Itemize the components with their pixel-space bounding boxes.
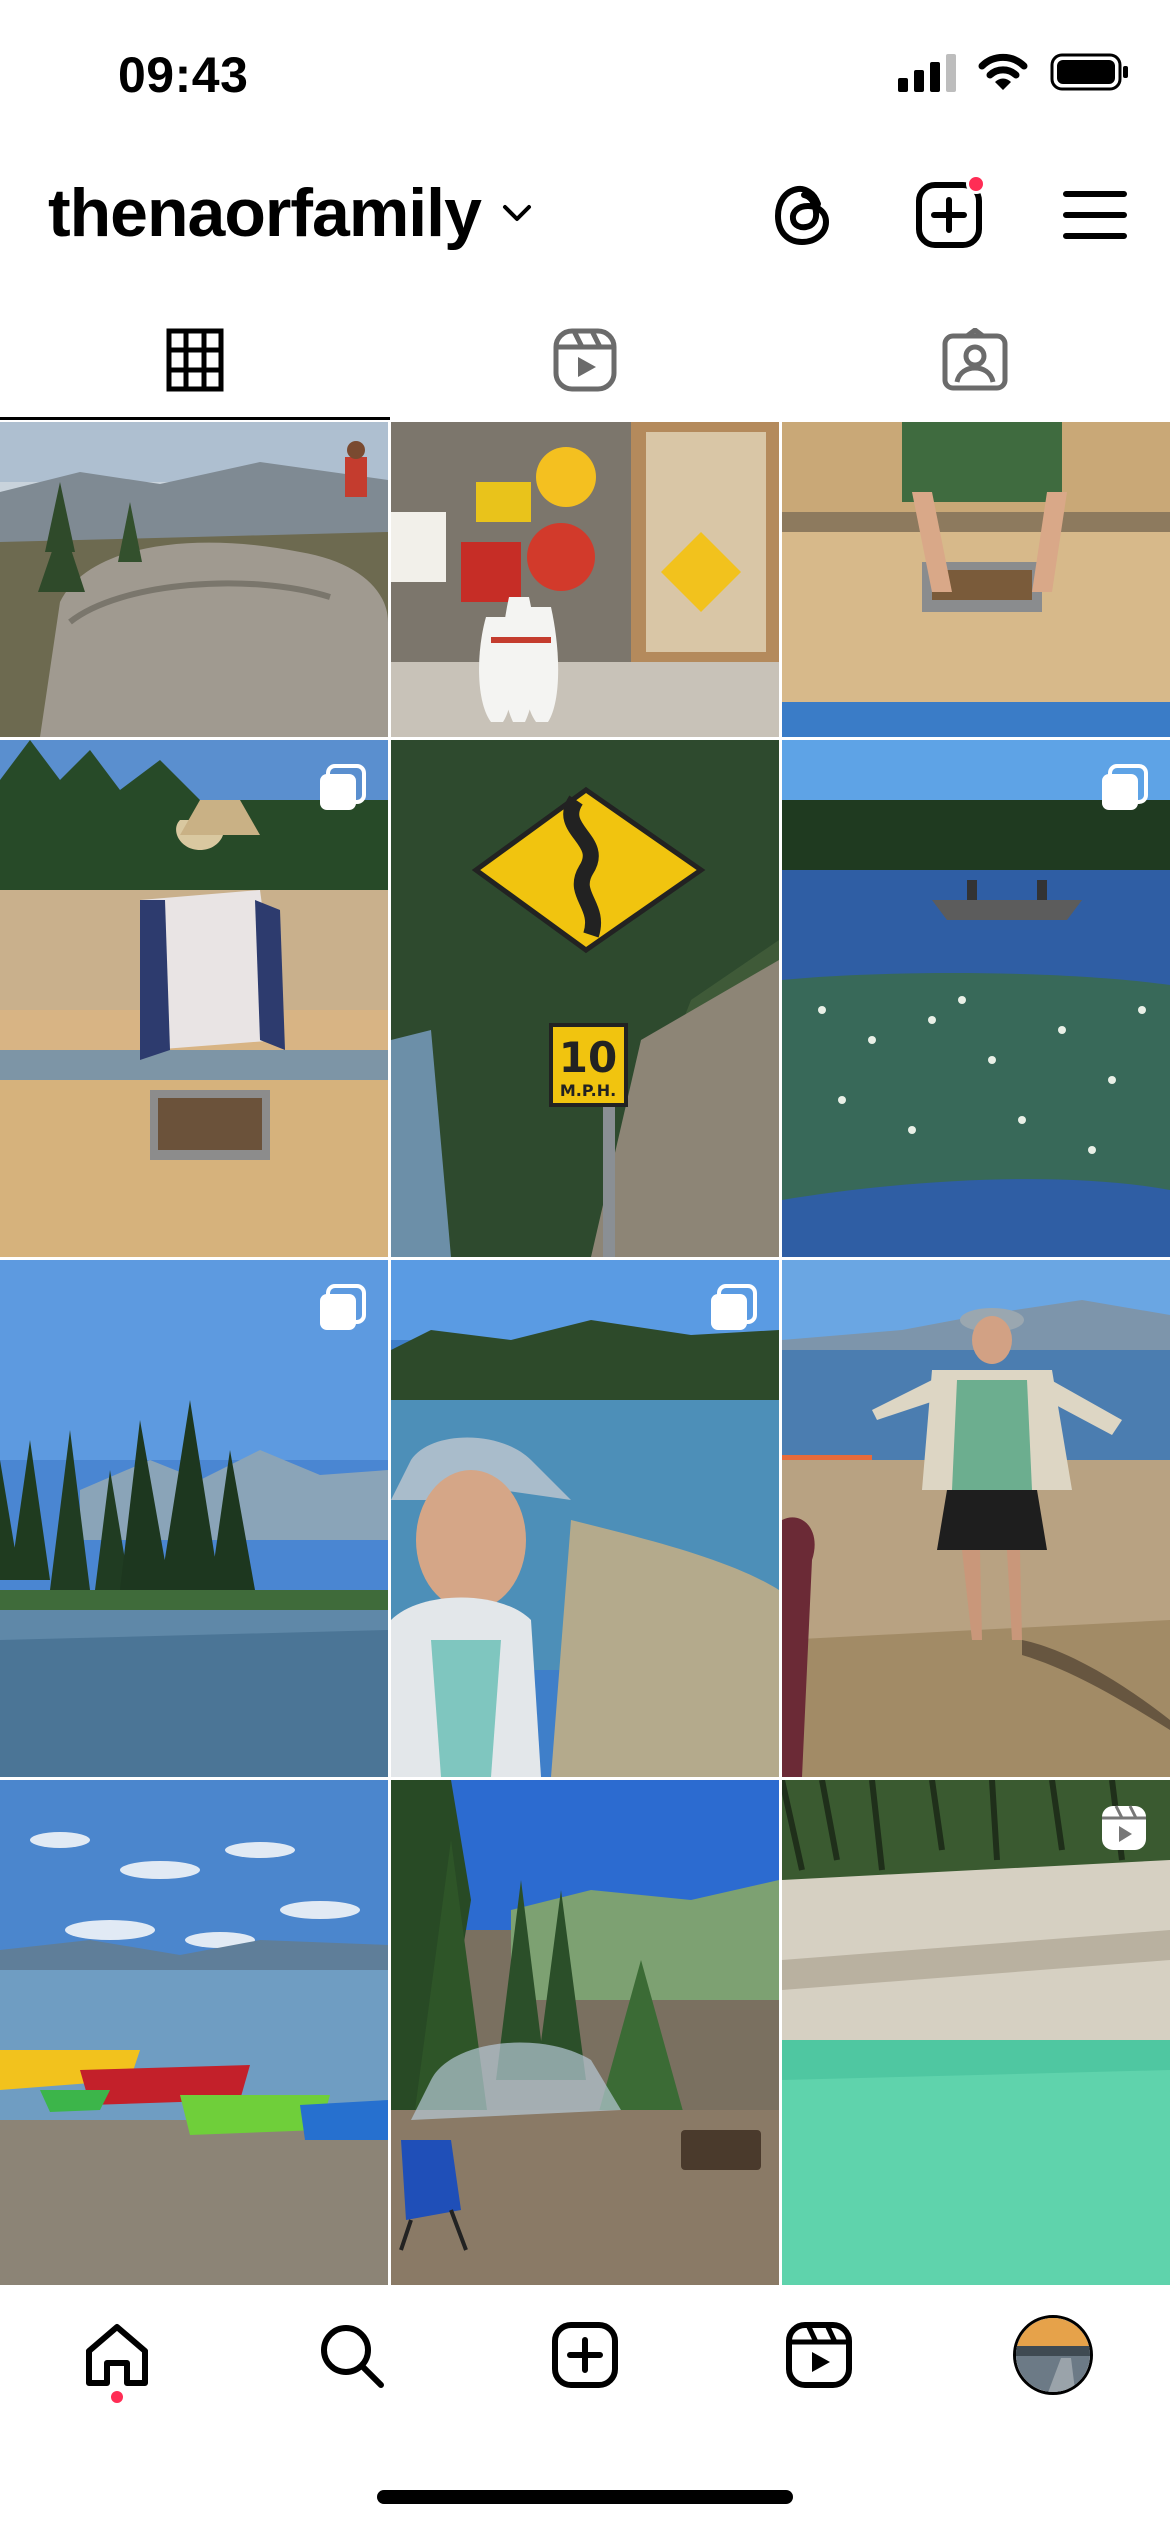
home-notification-dot — [111, 2391, 123, 2403]
post-tile[interactable] — [391, 422, 779, 737]
grid-icon — [166, 328, 224, 392]
post-image: 10 M.P.H. — [391, 740, 779, 1257]
post-tile[interactable] — [391, 1260, 779, 1777]
avatar-image — [1016, 2318, 1090, 2392]
post-image — [782, 422, 1170, 737]
battery-icon — [1050, 53, 1128, 91]
create-post-button[interactable] — [914, 174, 986, 250]
tab-posts-grid[interactable] — [0, 300, 390, 420]
menu-button[interactable] — [1060, 180, 1130, 250]
threads-button[interactable] — [768, 180, 838, 250]
post-tile[interactable] — [0, 1260, 388, 1777]
carousel-icon — [711, 1284, 757, 1330]
cellular-signal-icon — [898, 52, 956, 92]
reels-icon — [553, 328, 617, 392]
post-image — [0, 740, 388, 1257]
tab-tagged[interactable] — [780, 300, 1170, 420]
carousel-icon — [1102, 764, 1148, 810]
post-image — [391, 422, 779, 737]
sign-number: 10 — [559, 1033, 617, 1082]
post-image — [782, 740, 1170, 1257]
create-icon — [552, 2322, 618, 2388]
post-tile[interactable] — [782, 422, 1170, 737]
post-tile[interactable] — [0, 422, 388, 737]
post-image — [391, 1260, 779, 1777]
chevron-down-icon — [502, 205, 531, 221]
reels-icon — [786, 2322, 852, 2388]
sign-unit: M.P.H. — [560, 1081, 616, 1100]
nav-home[interactable] — [0, 2285, 234, 2425]
search-icon — [321, 2325, 384, 2388]
nav-create[interactable] — [468, 2285, 702, 2425]
posts-grid: 10 M.P.H. — [0, 422, 1170, 2297]
carousel-icon — [320, 764, 366, 810]
post-tile[interactable] — [782, 1780, 1170, 2297]
account-switcher[interactable]: thenaorfamily — [48, 174, 535, 252]
status-time: 09:43 — [118, 47, 249, 103]
post-tile[interactable] — [782, 1260, 1170, 1777]
wifi-icon — [978, 53, 1028, 90]
status-icons — [898, 52, 1130, 92]
post-image — [782, 1260, 1170, 1777]
carousel-icon — [320, 1284, 366, 1330]
reel-icon — [1102, 1805, 1146, 1850]
threads-icon — [774, 185, 830, 246]
post-image — [391, 1780, 779, 2297]
header-actions — [768, 174, 1130, 250]
tab-reels[interactable] — [390, 300, 780, 420]
home-icon — [86, 2324, 148, 2386]
post-tile[interactable] — [391, 1780, 779, 2297]
status-bar: 09:43 — [0, 0, 1170, 150]
nav-search[interactable] — [234, 2285, 468, 2425]
post-image — [0, 1260, 388, 1777]
notification-dot — [966, 174, 986, 194]
nav-reels[interactable] — [702, 2285, 936, 2425]
nav-profile[interactable] — [936, 2285, 1170, 2425]
post-tile[interactable]: 10 M.P.H. — [391, 740, 779, 1257]
profile-avatar — [1013, 2315, 1093, 2395]
post-image — [0, 1780, 388, 2297]
post-image — [782, 1780, 1170, 2297]
tagged-person-icon — [942, 328, 1008, 391]
profile-tabs — [0, 300, 1170, 420]
post-tile[interactable] — [0, 1780, 388, 2297]
post-tile[interactable] — [0, 740, 388, 1257]
post-tile[interactable] — [782, 740, 1170, 1257]
post-image — [0, 422, 388, 737]
menu-icon — [1063, 191, 1127, 239]
username: thenaorfamily — [48, 175, 482, 251]
profile-header: thenaorfamily — [0, 160, 1170, 270]
bottom-navigation — [0, 2285, 1170, 2425]
home-indicator — [377, 2490, 793, 2504]
